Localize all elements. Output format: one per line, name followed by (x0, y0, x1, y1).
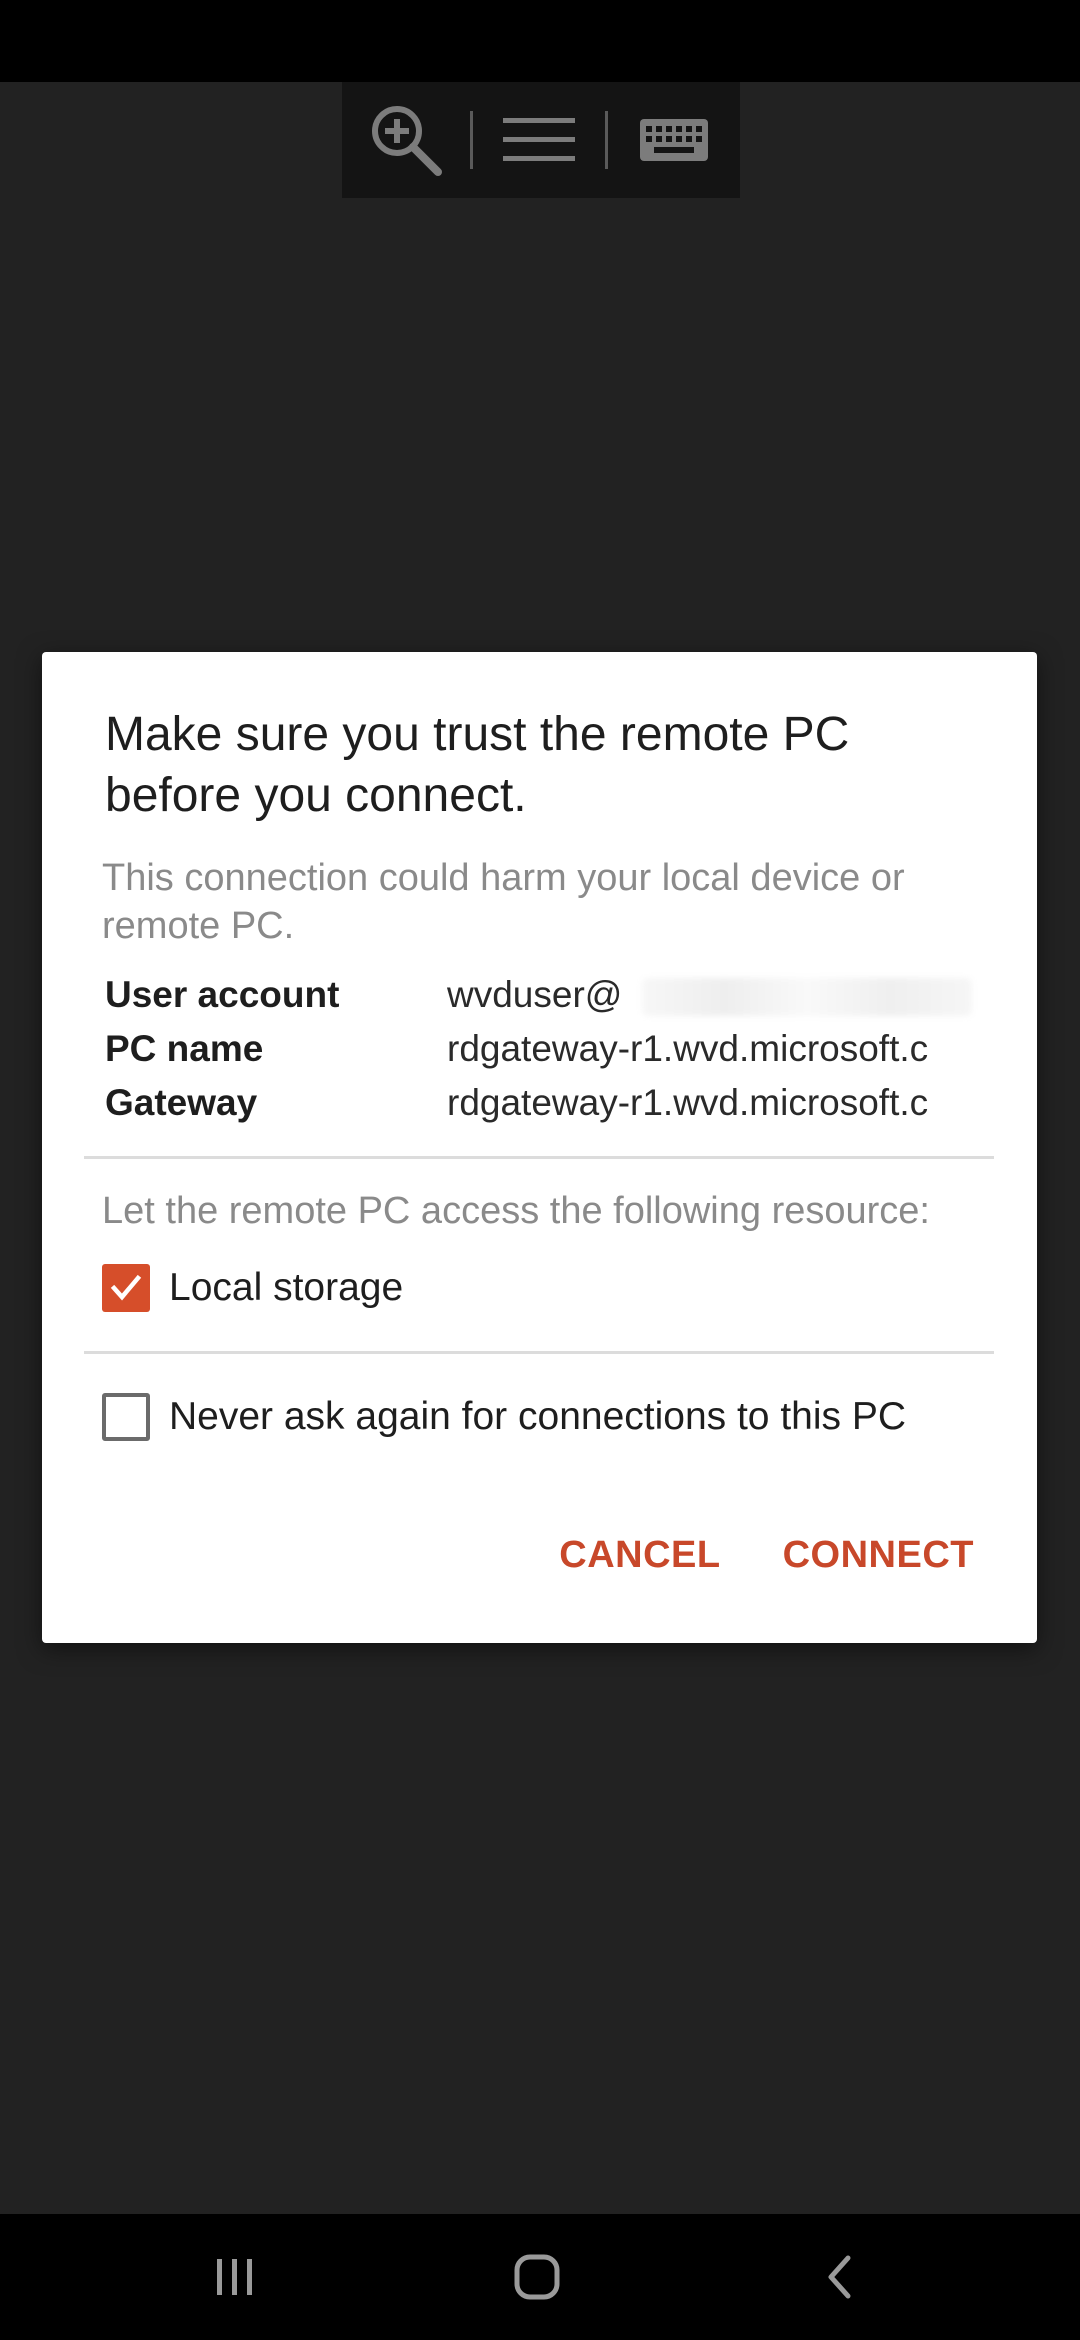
system-navigation-bar (0, 2214, 1080, 2340)
dialog-title: Make sure you trust the remote PC before… (105, 708, 850, 822)
keyboard-icon (639, 119, 708, 161)
info-key: User account (105, 974, 340, 1015)
info-value: rdgateway-r1.wvd.microsoft.c (447, 1028, 929, 1069)
home-icon (514, 2254, 560, 2300)
hamburger-menu-icon (503, 118, 576, 161)
menu-button[interactable] (473, 82, 605, 198)
resource-prompt: Let the remote PC access the following r… (102, 1190, 930, 1232)
zoom-button[interactable] (342, 82, 470, 198)
keyboard-button[interactable] (608, 82, 740, 198)
home-button[interactable] (477, 2214, 597, 2340)
recents-button[interactable] (175, 2214, 295, 2340)
never-ask-label: Never ask again for connections to this … (169, 1395, 907, 1438)
dialog-actions: CANCEL CONNECT (559, 1534, 974, 1577)
checkmark-icon (110, 1274, 142, 1301)
user-account-value: wvduser@ (447, 974, 623, 1015)
trust-remote-pc-dialog: Make sure you trust the remote PC before… (42, 652, 1037, 1643)
connect-button[interactable]: CONNECT (783, 1534, 974, 1577)
info-row-gateway: Gateway rdgateway-r1.wvd.microsoft.c (105, 1076, 1018, 1130)
info-row-user-account: User account wvduser@ (105, 968, 1018, 1022)
info-row-pc-name: PC name rdgateway-r1.wvd.microsoft.c (105, 1022, 1018, 1076)
recents-icon (217, 2259, 252, 2295)
zoom-in-icon (372, 106, 443, 176)
divider (84, 1156, 994, 1159)
local-storage-option[interactable]: Local storage (102, 1263, 403, 1313)
info-key: Gateway (105, 1082, 258, 1123)
info-value: wvduser@ (447, 968, 978, 1022)
never-ask-option[interactable]: Never ask again for connections to this … (102, 1392, 906, 1442)
status-bar (0, 0, 1080, 82)
info-key: PC name (105, 1028, 264, 1069)
divider (84, 1351, 994, 1354)
info-value: rdgateway-r1.wvd.microsoft.c (447, 1082, 929, 1123)
back-icon (828, 2255, 851, 2299)
back-button[interactable] (780, 2214, 900, 2340)
connection-info-table: User account wvduser@ PC name rdgateway-… (105, 968, 1018, 1130)
dialog-warning-text: This connection could harm your local de… (102, 857, 905, 947)
never-ask-checkbox[interactable] (102, 1393, 150, 1441)
redacted-blur (642, 978, 973, 1017)
cancel-button[interactable]: CANCEL (559, 1534, 720, 1577)
remote-desktop-toolbar (342, 82, 740, 198)
local-storage-checkbox[interactable] (102, 1264, 150, 1312)
local-storage-label: Local storage (169, 1266, 404, 1309)
